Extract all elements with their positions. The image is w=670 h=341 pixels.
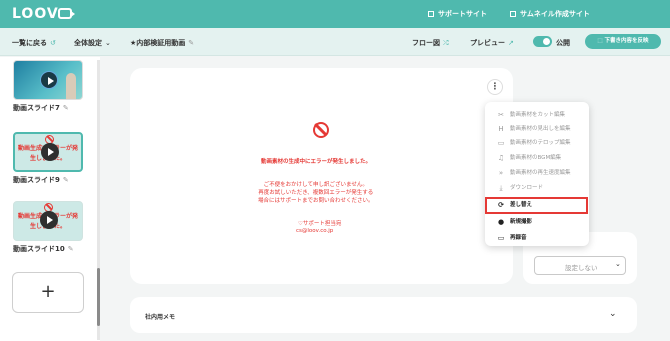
thumbnail-site-link[interactable]: サムネイル作成サイト [510, 9, 590, 19]
support-site-link[interactable]: サポートサイト [428, 9, 487, 19]
preview-button[interactable]: プレビュー ↗ [470, 38, 514, 48]
apply-draft-button[interactable]: ⬚ 下書き内容を反映 [585, 34, 661, 49]
add-slide-button[interactable]: + [12, 272, 84, 313]
setting-select[interactable]: 設定しない ⌄ [534, 256, 626, 275]
camera-icon: ● [497, 218, 505, 226]
menu-item-new-recording[interactable]: ● 新規撮影 [486, 215, 588, 229]
external-link-icon [510, 11, 516, 17]
slide-thumbnail-7[interactable] [13, 60, 83, 100]
menu-item-download[interactable]: ⤓ ダウンロード [486, 181, 588, 195]
scissors-icon: ✂ [498, 111, 504, 119]
pencil-icon[interactable]: ✎ [63, 104, 69, 112]
play-icon[interactable] [41, 143, 59, 161]
public-label: 公開 [556, 39, 570, 47]
internal-memo-panel[interactable] [130, 297, 637, 333]
support-email-link[interactable]: cs@loov.co.jp [296, 228, 333, 234]
app-header: LOOV サポートサイト サムネイル作成サイト [0, 0, 670, 28]
menu-item-rerecord[interactable]: ▭ 再録音 [486, 231, 588, 245]
internal-memo-label: 社内用メモ [145, 314, 176, 321]
chevron-down-icon: ⌄ [615, 260, 621, 268]
pencil-icon[interactable]: ✎ [68, 245, 74, 253]
slide-item-7[interactable]: 動画スライド7 ✎ [13, 103, 69, 113]
slide-item-10[interactable]: 動画スライド10 ✎ [13, 244, 74, 254]
presenter-image [66, 73, 76, 99]
project-title[interactable]: ★内部検証用動画 ✎ [130, 38, 194, 48]
slide-thumbnail-10[interactable]: 動画生成でエラーが発 生しました。 [13, 201, 83, 241]
flow-chart-button[interactable]: フロー図 ⤮ [412, 38, 449, 48]
speed-icon: » [498, 169, 504, 177]
logo-video-icon [58, 8, 75, 19]
video-icon: ▭ [497, 234, 505, 242]
caption-icon: ▭ [497, 139, 505, 147]
play-icon[interactable] [40, 71, 58, 89]
menu-item-cut-edit[interactable]: ✂ 動画素材をカット編集 [486, 108, 588, 122]
external-link-icon: ↗ [508, 39, 514, 47]
back-arrow-icon: ↺ [50, 39, 56, 47]
back-to-list-button[interactable]: 一覧に戻る ↺ [12, 38, 56, 48]
highlight-box [485, 197, 588, 214]
chevron-down-icon[interactable]: ⌄ [609, 309, 617, 319]
play-icon[interactable] [40, 211, 58, 229]
slide-item-9[interactable]: 動画スライド9 ✎ [13, 175, 69, 185]
shuffle-icon: ⤮ [443, 39, 449, 47]
error-title: 動画素材の生成中にエラーが発生しました。 [261, 159, 372, 165]
save-icon: ⬚ [597, 38, 605, 44]
pencil-icon[interactable]: ✎ [63, 176, 69, 184]
video-preview-card [130, 68, 513, 284]
menu-item-caption-edit[interactable]: ▭ 動画素材のテロップ編集 [486, 136, 588, 150]
global-settings-dropdown[interactable]: 全体設定 ⌄ [74, 38, 111, 48]
public-toggle[interactable] [533, 36, 552, 47]
app-logo[interactable]: LOOV [12, 6, 59, 22]
more-options-button[interactable]: ⋮ [487, 79, 503, 95]
forbidden-icon [313, 122, 329, 138]
heading-icon: H [498, 125, 504, 133]
error-body: ご不便をおかけして申し訳ございません。 再度お試しいただき、複数回エラーが発生す… [258, 182, 374, 204]
scrollbar-thumb[interactable] [97, 268, 100, 326]
support-contact-name: ♡サポート担当宛 [298, 221, 342, 227]
editor-toolbar: 一覧に戻る ↺ 全体設定 ⌄ ★内部検証用動画 ✎ フロー図 ⤮ プレビュー ↗ 公開 ⬚… [0, 28, 670, 56]
menu-item-heading-edit[interactable]: H 動画素材の見出しを編集 [486, 122, 588, 136]
external-link-icon [428, 11, 434, 17]
music-icon: ♫ [497, 154, 505, 162]
menu-item-bgm-edit[interactable]: ♫ 動画素材のBGM編集 [486, 151, 588, 165]
chevron-down-icon: ⌄ [105, 39, 111, 47]
download-icon: ⤓ [499, 184, 503, 192]
menu-item-speed-edit[interactable]: » 動画素材の再生速度編集 [486, 166, 588, 180]
slide-thumbnail-9[interactable]: 動画生成でエラーが発 生しました。 [13, 132, 83, 172]
pencil-icon: ✎ [188, 39, 195, 47]
